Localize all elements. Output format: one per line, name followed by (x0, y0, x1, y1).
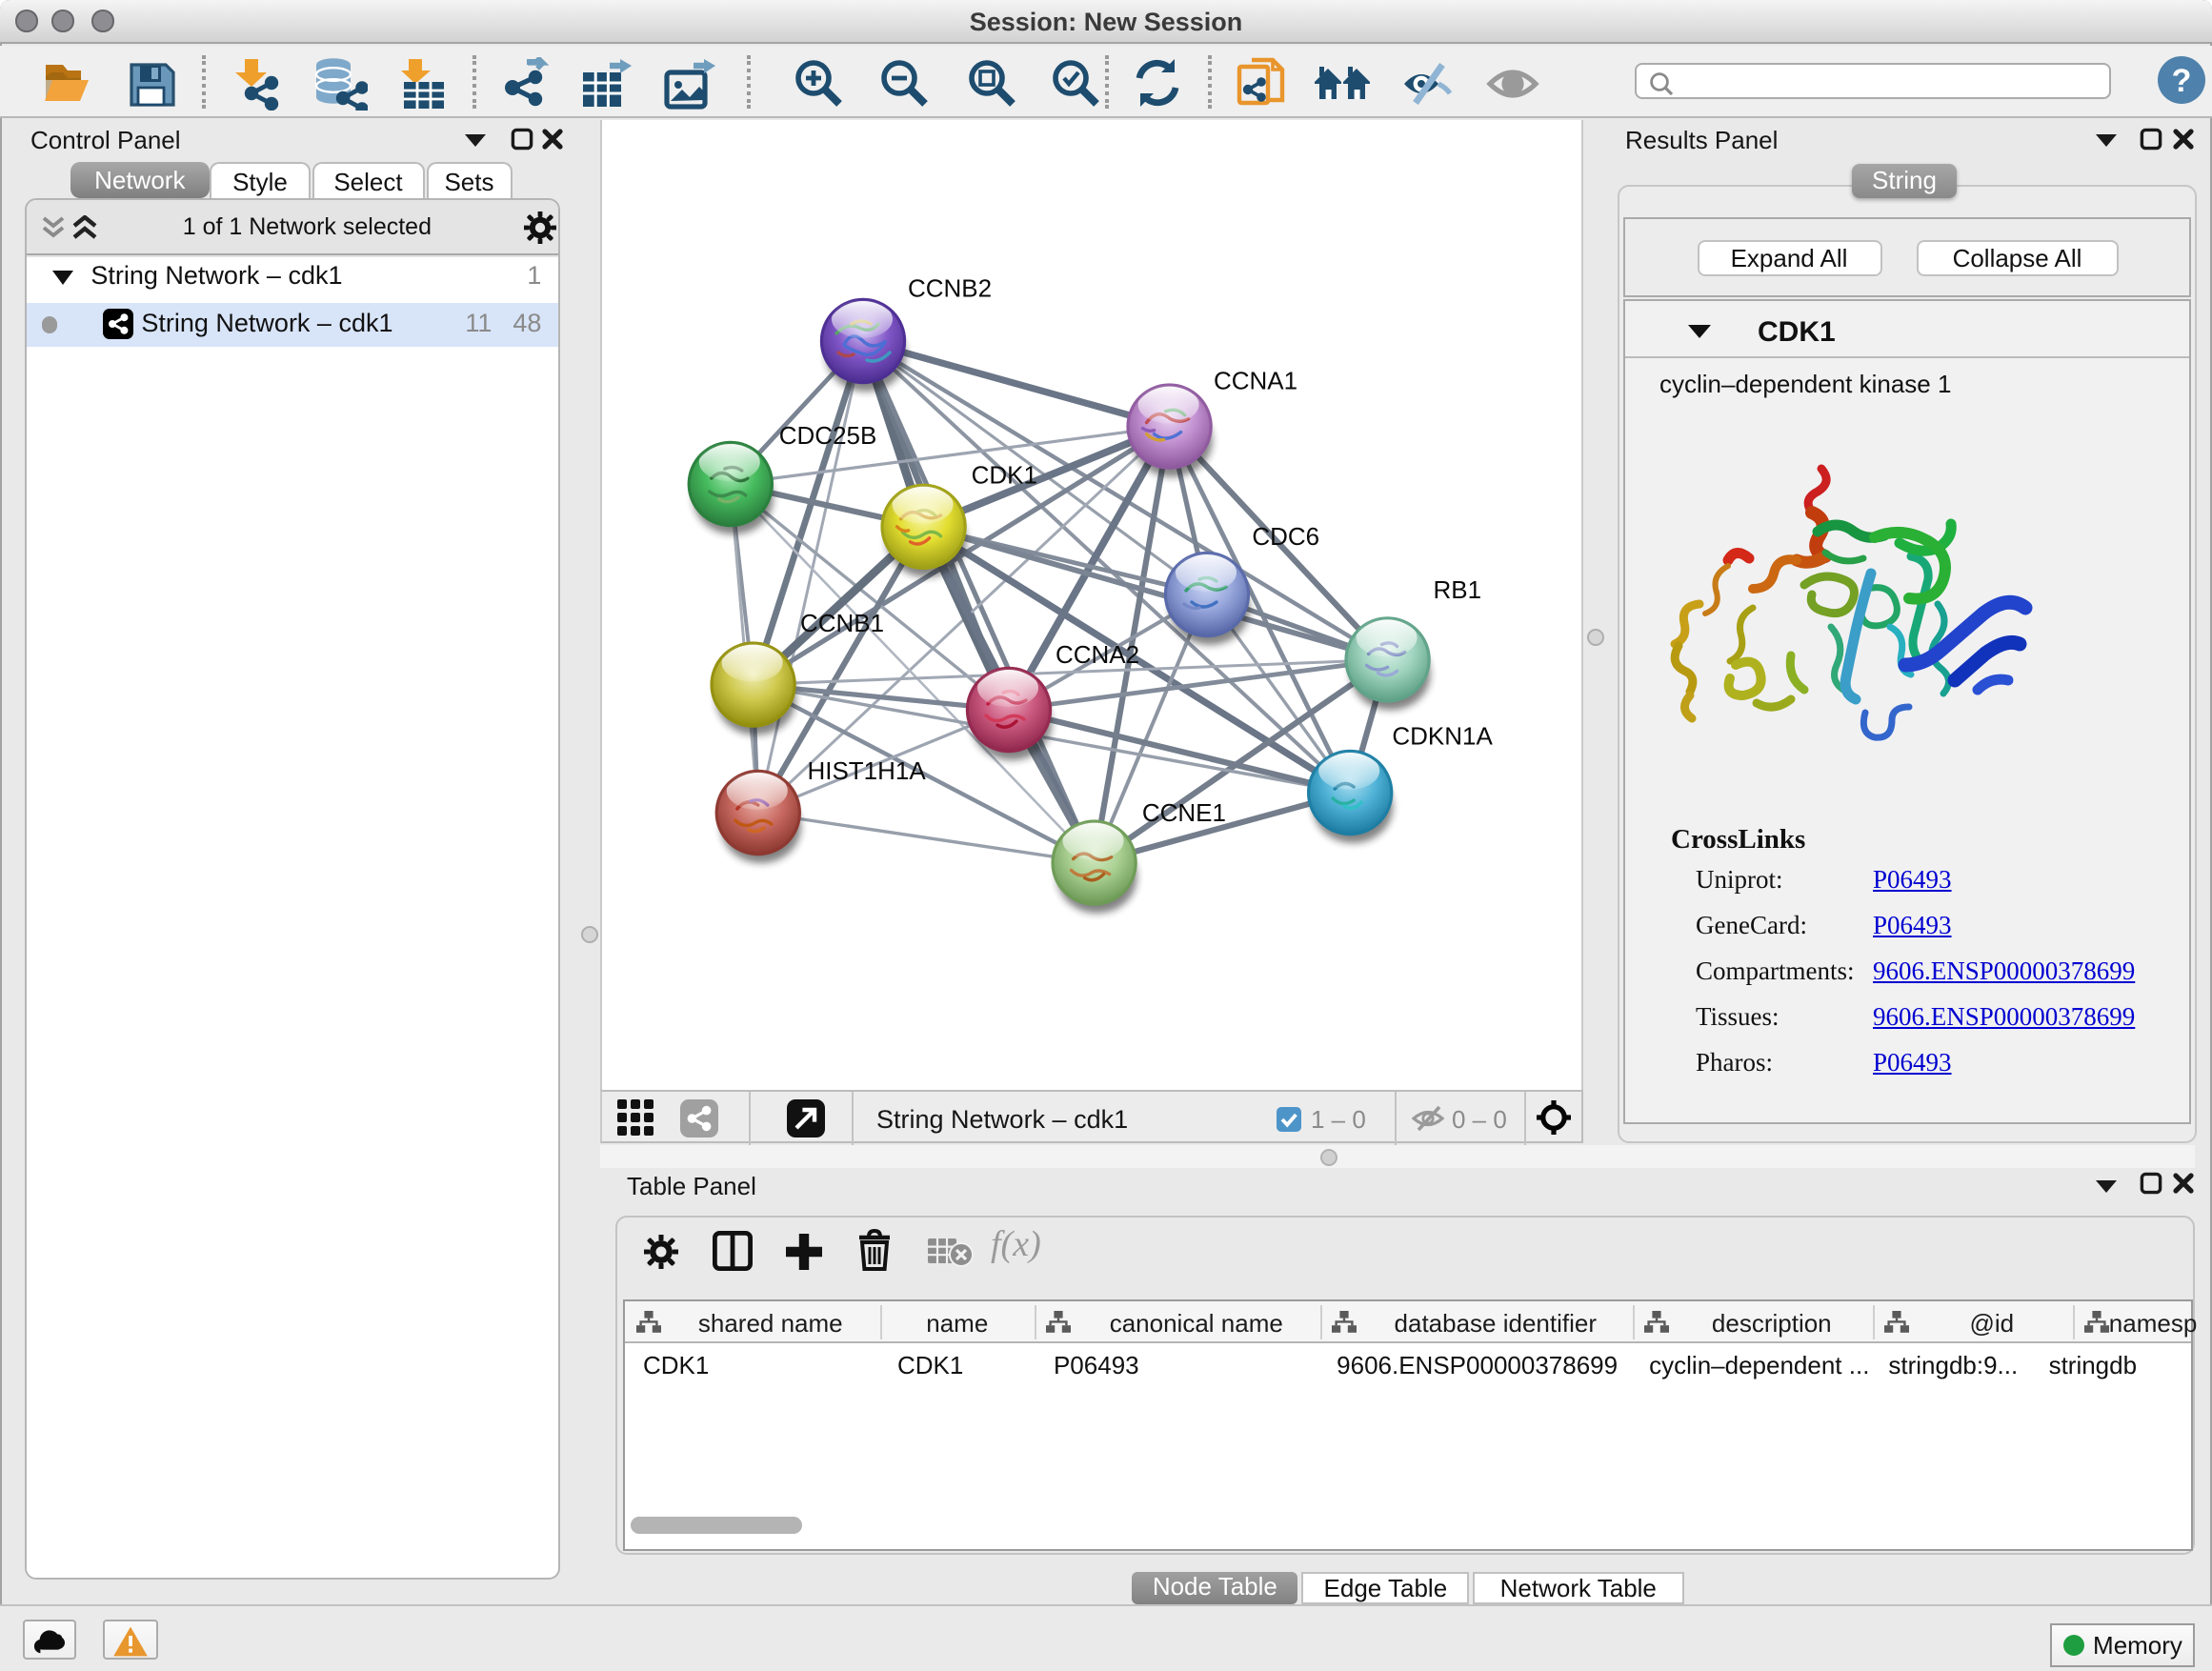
svg-text:HIST1H1A: HIST1H1A (807, 755, 926, 784)
svg-text:CCNA2: CCNA2 (1056, 639, 1139, 668)
svg-text:CCNE1: CCNE1 (1142, 797, 1226, 826)
svg-text:RB1: RB1 (1433, 574, 1481, 603)
svg-text:CDC6: CDC6 (1252, 521, 1319, 550)
svg-text:CDC25B: CDC25B (779, 420, 877, 449)
svg-text:?: ? (2171, 63, 2191, 99)
svg-text:CCNA1: CCNA1 (1214, 366, 1297, 394)
svg-text:CCNB2: CCNB2 (908, 273, 992, 302)
svg-text:CDK1: CDK1 (972, 460, 1037, 489)
svg-text:CDKN1A: CDKN1A (1392, 721, 1493, 750)
svg-text:CCNB1: CCNB1 (800, 608, 884, 636)
